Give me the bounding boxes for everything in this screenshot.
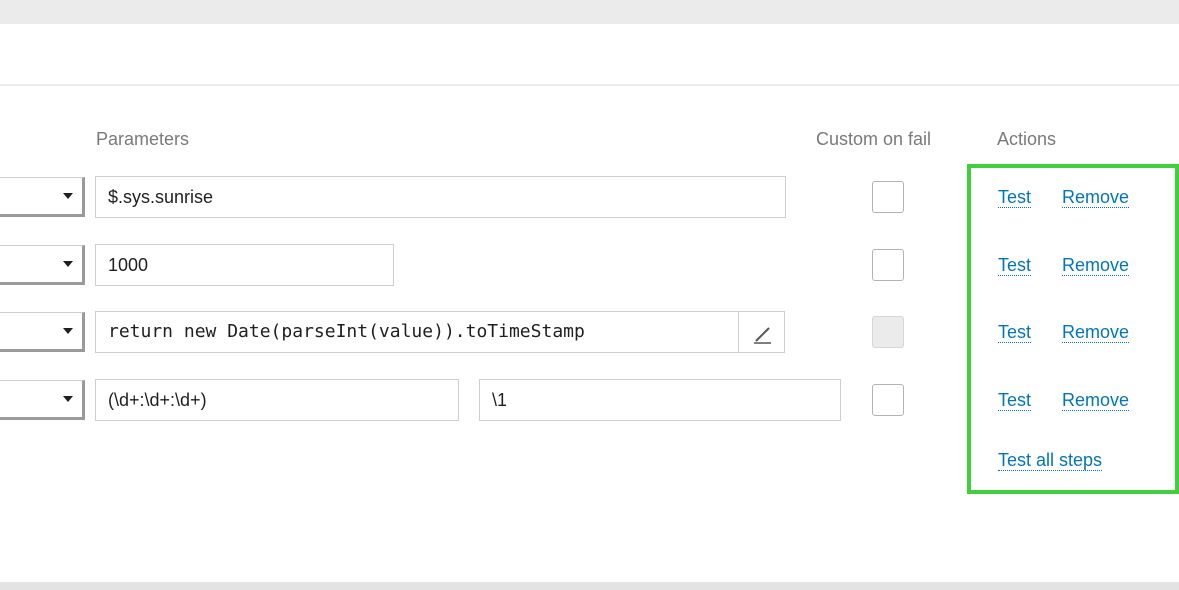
pattern-input[interactable]: (\d+:\d+:\d+): [95, 379, 459, 421]
chevron-down-icon: [63, 261, 73, 267]
chevron-down-icon: [63, 328, 73, 334]
parameter-input[interactable]: $.sys.sunrise: [95, 176, 786, 218]
chevron-down-icon: [63, 396, 73, 402]
pencil-icon: [754, 327, 771, 344]
step-type-select[interactable]: [0, 312, 85, 352]
column-header-custom-on-fail: Custom on fail: [816, 129, 932, 149]
footer-divider: [0, 582, 1179, 590]
custom-on-fail-checkbox: [872, 316, 904, 348]
column-header-actions: Actions: [997, 129, 1057, 149]
output-input[interactable]: \1: [479, 379, 841, 421]
actions-highlight-box: [967, 164, 1179, 494]
column-header-parameters: Parameters: [96, 129, 190, 149]
parameter-input[interactable]: 1000: [95, 244, 394, 286]
custom-on-fail-checkbox[interactable]: [872, 181, 904, 213]
chevron-down-icon: [63, 193, 73, 199]
step-type-select[interactable]: [0, 380, 85, 420]
step-type-select[interactable]: [0, 245, 85, 285]
step-type-select[interactable]: [0, 177, 85, 217]
custom-on-fail-checkbox[interactable]: [872, 249, 904, 281]
script-input[interactable]: return new Date(parseInt(value)).toTimeS…: [95, 311, 739, 353]
edit-script-button[interactable]: [738, 311, 785, 353]
custom-on-fail-checkbox[interactable]: [872, 384, 904, 416]
header-divider: [0, 84, 1179, 86]
